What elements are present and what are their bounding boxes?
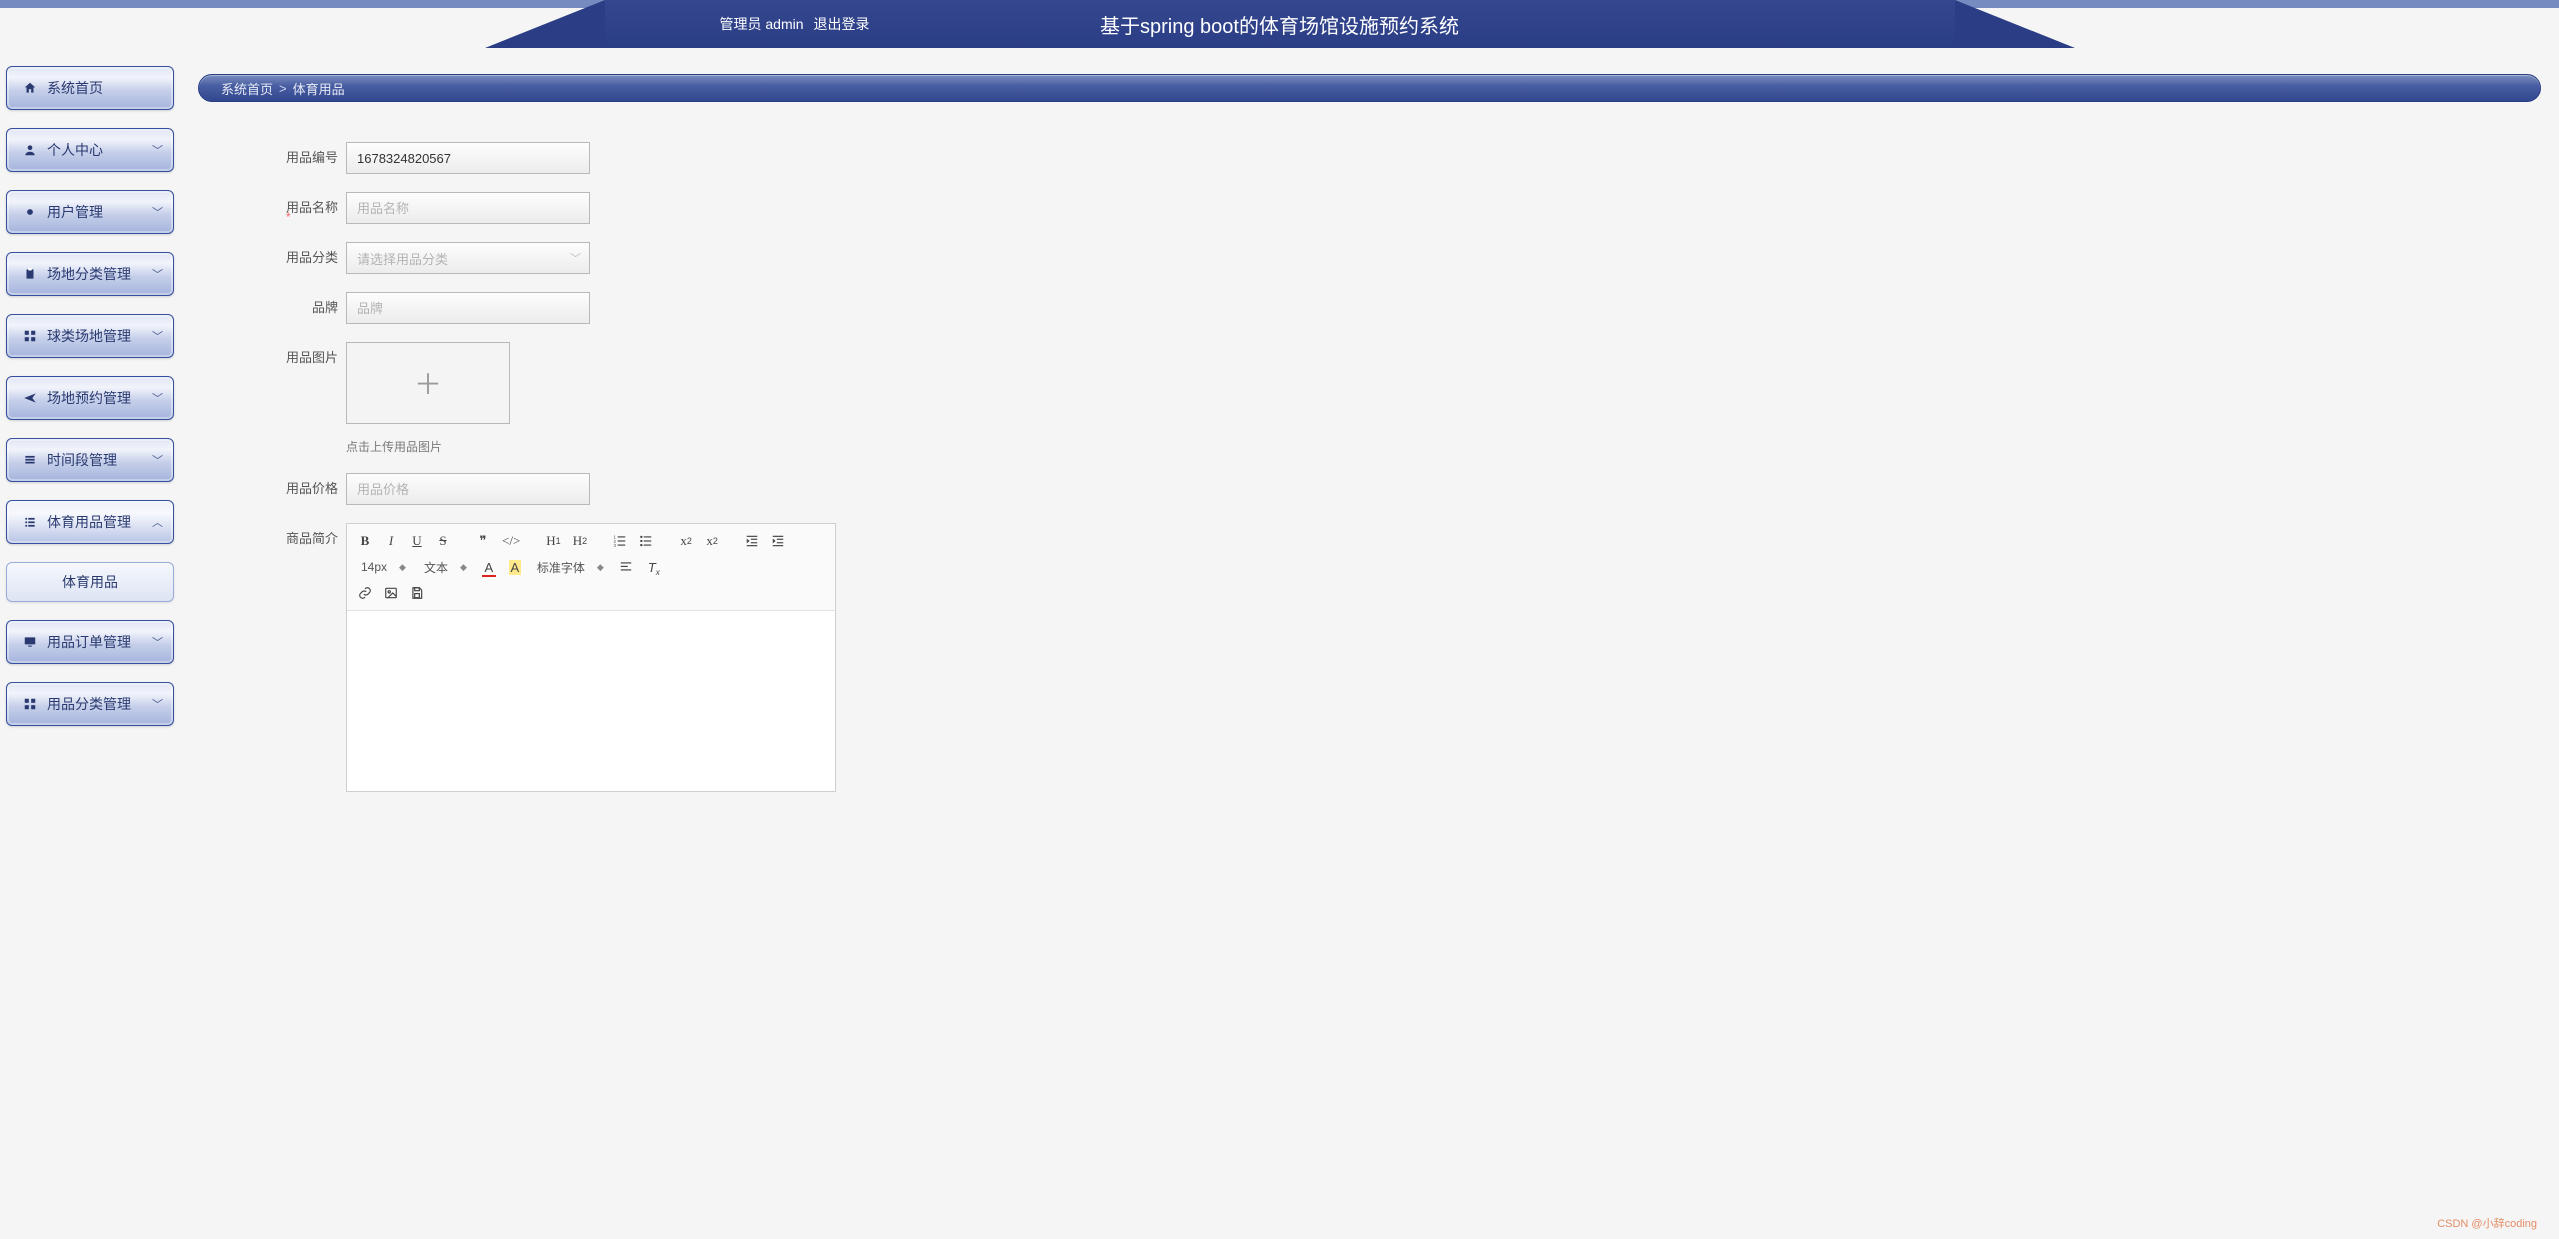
label-product-no: 用品编号 (198, 142, 346, 174)
toolbar-bold[interactable]: B (355, 530, 375, 552)
chevron-down-icon: ﹀ (570, 250, 581, 266)
chevron-down-icon: ﹀ (152, 204, 163, 220)
image-uploader[interactable]: ＋ (346, 342, 510, 424)
toolbar-link[interactable] (355, 582, 375, 604)
sidebar-item-label: 体育用品管理 (47, 512, 152, 532)
label-price: 用品价格 (198, 473, 346, 505)
plus-icon: ＋ (414, 363, 442, 403)
chevron-down-icon: ﹀ (152, 696, 163, 712)
toolbar-h1[interactable]: H1 (543, 530, 563, 552)
sidebar-item-goods-category[interactable]: 用品分类管理 ﹀ (6, 682, 174, 726)
breadcrumb-separator: > (279, 81, 287, 96)
sidebar-item-venue-reservation[interactable]: 场地预约管理 ﹀ (6, 376, 174, 420)
home-icon (21, 81, 39, 95)
sidebar: 系统首页 个人中心 ﹀ 用户管理 ﹀ 场地分类管理 ﹀ (0, 48, 180, 810)
clipboard-icon (21, 267, 39, 281)
chevron-down-icon: ﹀ (152, 634, 163, 650)
sidebar-item-goods-order[interactable]: 用品订单管理 ﹀ (6, 620, 174, 664)
sidebar-item-label: 个人中心 (47, 140, 152, 160)
sidebar-item-label: 用户管理 (47, 202, 152, 222)
toolbar-quote[interactable]: ❞ (473, 530, 493, 552)
sidebar-item-label: 系统首页 (47, 78, 163, 98)
svg-text:3: 3 (614, 543, 617, 548)
toolbar-ul[interactable] (636, 530, 656, 552)
screen-icon (21, 635, 39, 649)
logout-link[interactable]: 退出登录 (814, 14, 870, 34)
sidebar-item-label: 用品订单管理 (47, 632, 152, 652)
sidebar-item-profile[interactable]: 个人中心 ﹀ (6, 128, 174, 172)
header-bar: 管理员 admin 退出登录 基于spring boot的体育场馆设施预约系统 (605, 0, 1955, 48)
sidebar-item-venue-category[interactable]: 场地分类管理 ﹀ (6, 252, 174, 296)
sidebar-item-sports-goods[interactable]: 体育用品管理 ︿ (6, 500, 174, 544)
chevron-up-icon: ︿ (152, 514, 163, 530)
input-product-name[interactable] (346, 192, 590, 224)
chevron-down-icon: ﹀ (152, 266, 163, 282)
label-intro: 商品简介 (198, 523, 346, 555)
grid-icon (21, 329, 39, 343)
admin-label[interactable]: 管理员 admin (720, 14, 804, 34)
label-image: 用品图片 (198, 342, 346, 374)
chevron-down-icon: ﹀ (152, 142, 163, 158)
sidebar-item-users[interactable]: 用户管理 ﹀ (6, 190, 174, 234)
header: 管理员 admin 退出登录 基于spring boot的体育场馆设施预约系统 (0, 0, 2559, 48)
chevron-down-icon: ﹀ (152, 452, 163, 468)
select-placeholder: 请选择用品分类 (357, 249, 448, 268)
toolbar-font-size[interactable]: 14px◆ (355, 556, 412, 578)
sidebar-item-home[interactable]: 系统首页 (6, 66, 174, 110)
toolbar-strike[interactable]: S (433, 530, 453, 552)
toolbar-italic[interactable]: I (381, 530, 401, 552)
toolbar-image[interactable] (381, 582, 401, 604)
breadcrumb-current: 体育用品 (293, 79, 345, 98)
toolbar-font-color[interactable]: A (479, 556, 499, 578)
chevron-down-icon: ﹀ (152, 328, 163, 344)
sidebar-item-label: 时间段管理 (47, 450, 152, 470)
user-icon (21, 143, 39, 157)
select-category[interactable]: 请选择用品分类 ﹀ (346, 242, 590, 274)
sidebar-item-label: 场地分类管理 (47, 264, 152, 284)
toolbar-align[interactable] (616, 556, 636, 578)
label-category: 用品分类 (198, 242, 346, 274)
toolbar-font-default[interactable]: 标准字体◆ (531, 556, 610, 578)
toolbar-ol[interactable]: 123 (610, 530, 630, 552)
editor-body[interactable] (347, 611, 835, 791)
input-product-no[interactable] (346, 142, 590, 174)
breadcrumb: 系统首页 > 体育用品 (198, 74, 2541, 102)
list-icon (21, 515, 39, 529)
sidebar-subitem-sports-goods[interactable]: 体育用品 (6, 562, 174, 602)
input-price[interactable] (346, 473, 590, 505)
sidebar-subitem-label: 体育用品 (62, 572, 118, 592)
toolbar-save-icon[interactable] (407, 582, 427, 604)
toolbar-subscript[interactable]: x2 (676, 530, 696, 552)
breadcrumb-root[interactable]: 系统首页 (221, 79, 273, 98)
sidebar-item-label: 场地预约管理 (47, 388, 152, 408)
form: 用品编号 用品名称 用品分类 请选择用品分类 ﹀ (198, 142, 1058, 792)
grid-icon (21, 697, 39, 711)
toolbar-underline[interactable]: U (407, 530, 427, 552)
editor-toolbar: B I U S ❞ </> H1 H2 (347, 524, 835, 611)
sidebar-item-timeslot[interactable]: 时间段管理 ﹀ (6, 438, 174, 482)
label-brand: 品牌 (198, 292, 346, 324)
toolbar-font-family[interactable]: 文本◆ (418, 556, 473, 578)
dot-icon (21, 205, 39, 219)
sidebar-item-label: 用品分类管理 (47, 694, 152, 714)
toolbar-indent[interactable] (768, 530, 788, 552)
toolbar-outdent[interactable] (742, 530, 762, 552)
toolbar-clear-format[interactable]: Tx (642, 556, 662, 578)
stack-icon (21, 453, 39, 467)
label-product-name: 用品名称 (198, 192, 346, 224)
upload-hint: 点击上传用品图片 (346, 438, 1058, 455)
toolbar-code[interactable]: </> (499, 530, 523, 552)
toolbar-highlight[interactable]: A (505, 556, 525, 578)
plane-icon (21, 391, 39, 405)
watermark: CSDN @小辞coding (2437, 1215, 2537, 1231)
input-brand[interactable] (346, 292, 590, 324)
rich-editor: B I U S ❞ </> H1 H2 (346, 523, 836, 792)
toolbar-h2[interactable]: H2 (570, 530, 590, 552)
sidebar-item-label: 球类场地管理 (47, 326, 152, 346)
sidebar-item-ball-venue[interactable]: 球类场地管理 ﹀ (6, 314, 174, 358)
chevron-down-icon: ﹀ (152, 390, 163, 406)
toolbar-superscript[interactable]: x2 (702, 530, 722, 552)
main-content: 系统首页 > 体育用品 用品编号 用品名称 用品分类 (180, 48, 2559, 810)
